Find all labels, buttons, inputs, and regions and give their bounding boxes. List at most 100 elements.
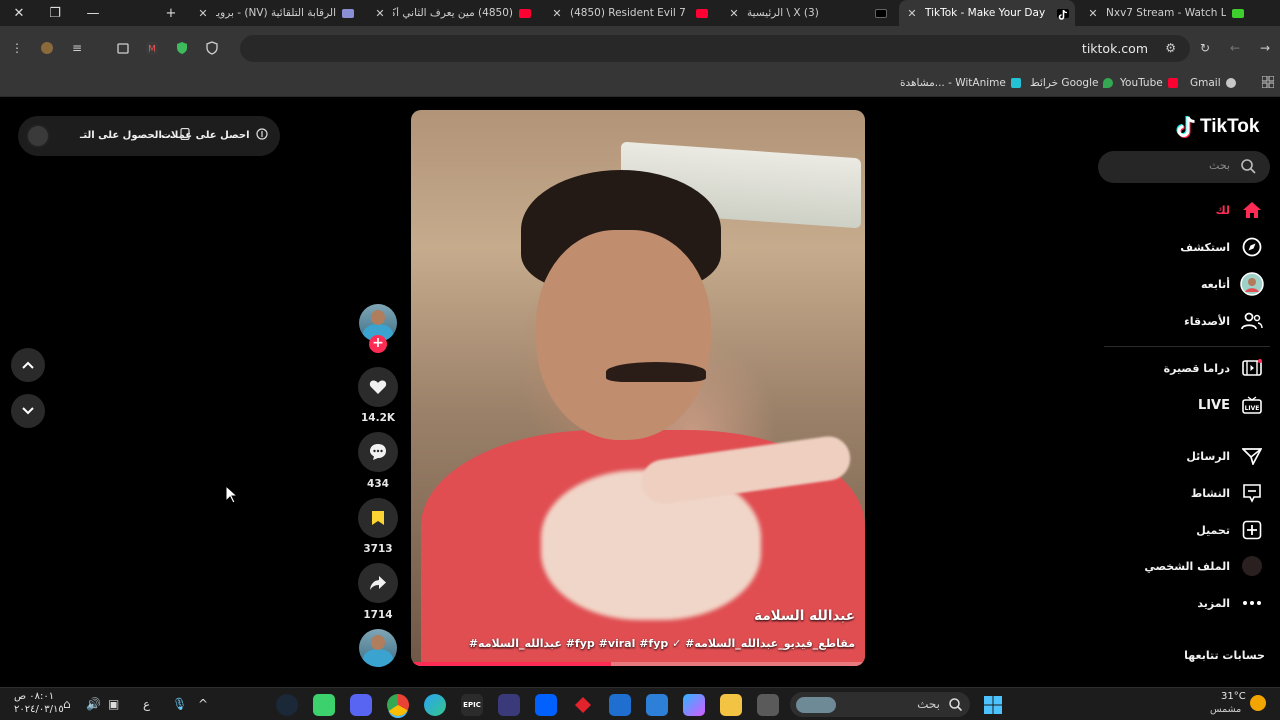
tab-close-icon[interactable]: ✕: [905, 7, 919, 20]
tab-close-icon[interactable]: ✕: [1086, 7, 1100, 20]
volume-icon[interactable]: 🔊: [86, 697, 101, 711]
tab-title: الرئيسية \ X (3): [747, 7, 819, 19]
heart-icon: [369, 380, 387, 394]
chevron-up-icon: [22, 361, 34, 369]
shield-icon[interactable]: [203, 39, 221, 57]
tab-close-icon[interactable]: ✕: [727, 7, 741, 20]
window-restore-icon[interactable]: ❐: [36, 0, 74, 26]
edge-icon[interactable]: [424, 694, 446, 716]
steam-icon[interactable]: [276, 694, 298, 716]
video-player[interactable]: عبدالله السلامة #عبدالله_السلامه #fyp #v…: [411, 110, 865, 666]
discord-icon: [342, 8, 354, 18]
video-caption[interactable]: #عبدالله_السلامه #fyp #viral #fyp ✓ #مقا…: [469, 637, 855, 650]
search-input[interactable]: بحث: [1098, 151, 1270, 183]
nav-friends[interactable]: الأصدقاء: [1184, 309, 1264, 333]
video-author-name[interactable]: عبدالله السلامة: [754, 608, 855, 624]
extension-m-icon[interactable]: M: [143, 39, 161, 57]
window-close-icon[interactable]: ✕: [0, 0, 38, 26]
share-button[interactable]: [358, 563, 398, 603]
display-icon[interactable]: ▣: [108, 697, 119, 711]
live-tv-icon: LIVE: [1240, 393, 1264, 417]
extension-avatar-icon[interactable]: [38, 39, 56, 57]
copilot-icon[interactable]: [683, 694, 705, 716]
app-red-diamond-icon[interactable]: [572, 694, 594, 716]
site-settings-icon[interactable]: ⚙: [1165, 41, 1176, 55]
taskview-icon[interactable]: [757, 694, 779, 716]
nav-short-drama[interactable]: دراما قصيرة: [1164, 356, 1264, 380]
nav-messages[interactable]: الرسائل: [1186, 444, 1264, 468]
user-avatar[interactable]: [26, 124, 50, 148]
search-icon[interactable]: [1241, 159, 1256, 174]
follow-plus-button[interactable]: +: [369, 335, 387, 353]
bookmark-label: YouTube: [1120, 77, 1163, 89]
address-bar[interactable]: tiktok.com ⚙: [240, 35, 1190, 62]
clock-time[interactable]: ٠٨:٠١ ص: [14, 691, 54, 702]
browser-tab[interactable]: ✕ Nxv7 Stream - Watch Live: [1080, 2, 1250, 24]
save-button[interactable]: [358, 498, 398, 538]
weather-temperature[interactable]: 31°C: [1221, 691, 1246, 702]
tab-close-icon[interactable]: ✕: [550, 7, 564, 20]
bookmark-youtube[interactable]: YouTube: [1120, 77, 1178, 89]
extensions-puzzle-icon[interactable]: [114, 39, 132, 57]
nav-live[interactable]: LIVE LIVE: [1198, 393, 1264, 417]
nav-profile[interactable]: الملف الشخصي: [1144, 554, 1264, 578]
apps-grid-icon[interactable]: [1262, 76, 1274, 88]
dropbox-icon[interactable]: [535, 694, 557, 716]
get-app-button[interactable]: الحصول على التـ...: [80, 127, 190, 141]
browser-tab-active[interactable]: ✕ TikTok - Make Your Day: [899, 0, 1075, 26]
next-video-button[interactable]: [11, 394, 45, 428]
bookmark-witanime[interactable]: مشاهدة... - WitAnime: [900, 77, 1021, 89]
tiktok-logo[interactable]: TikTok: [1176, 115, 1259, 139]
tray-overflow-chevron-icon[interactable]: ^: [198, 697, 208, 711]
bookmark-gmail[interactable]: Gmail: [1190, 77, 1236, 89]
browser-tab[interactable]: ✕ الرئيسية \ X (3): [721, 2, 893, 24]
youtube-icon: [519, 8, 531, 18]
chrome-icon[interactable]: [387, 694, 409, 716]
comment-bubble-icon: [370, 444, 386, 460]
nav-more[interactable]: المزيد: [1197, 591, 1264, 615]
window-minimize-icon[interactable]: —: [74, 0, 112, 26]
bookmark-label: مشاهدة... - WitAnime: [900, 77, 1006, 89]
file-explorer-icon[interactable]: [720, 694, 742, 716]
send-icon: [1240, 444, 1264, 468]
input-language-label[interactable]: ع: [143, 697, 150, 711]
like-button[interactable]: [358, 367, 398, 407]
forward-arrow-icon[interactable]: ←: [1226, 39, 1244, 57]
nav-upload[interactable]: تحميل: [1196, 518, 1264, 542]
url-text[interactable]: tiktok.com: [1082, 41, 1148, 56]
weather-sun-icon[interactable]: [1250, 695, 1266, 711]
menu-dots-icon[interactable]: ⋮: [8, 39, 26, 57]
nav-activity[interactable]: النشاط: [1191, 481, 1264, 505]
bookmark-label: Gmail: [1190, 77, 1221, 89]
microphone-icon[interactable]: 🎙: [172, 697, 187, 711]
nav-explore[interactable]: استكشف: [1180, 235, 1264, 259]
shield-green-icon[interactable]: [173, 39, 191, 57]
browser-tab[interactable]: ✕ الرقابة التلقائية (NV) - برويو: [190, 2, 360, 24]
clock-date[interactable]: ٢٠٢٤/٠٣/١٥: [14, 704, 64, 715]
tab-close-icon[interactable]: ✕: [196, 7, 210, 20]
app-terminal-icon[interactable]: [498, 694, 520, 716]
epic-games-icon[interactable]: EPIC: [461, 694, 483, 716]
weather-description[interactable]: مشمس: [1210, 704, 1241, 715]
following-accounts-heading: حسابات تتابعها: [1184, 649, 1265, 662]
outlook-icon[interactable]: [609, 694, 631, 716]
previous-video-button[interactable]: [11, 348, 45, 382]
sound-avatar[interactable]: [359, 629, 397, 667]
nav-following[interactable]: أتابعه: [1201, 272, 1264, 296]
app-green-icon[interactable]: [313, 694, 335, 716]
discord-icon[interactable]: [350, 694, 372, 716]
taskbar-search[interactable]: بحث: [790, 692, 970, 717]
bookmark-google-maps[interactable]: خرائط Google: [1030, 77, 1114, 89]
new-tab-plus-icon[interactable]: +: [152, 0, 190, 26]
reload-icon[interactable]: ↻: [1196, 39, 1214, 57]
back-arrow-icon[interactable]: →: [1256, 39, 1274, 57]
store-icon[interactable]: [646, 694, 668, 716]
network-icon[interactable]: ⌂: [63, 697, 71, 711]
tab-close-icon[interactable]: ✕: [373, 7, 387, 20]
media-control-icon[interactable]: ≡: [68, 39, 86, 57]
windows-start-icon[interactable]: [982, 694, 1004, 716]
nav-for-you[interactable]: لك: [1216, 198, 1264, 222]
browser-tab[interactable]: ✕ (4850) مين يعرف الثاني أكثر: [367, 2, 537, 24]
browser-tab[interactable]: ✕ (4850) Resident Evil 7 | قناة: [544, 2, 714, 24]
comment-button[interactable]: [358, 432, 398, 472]
